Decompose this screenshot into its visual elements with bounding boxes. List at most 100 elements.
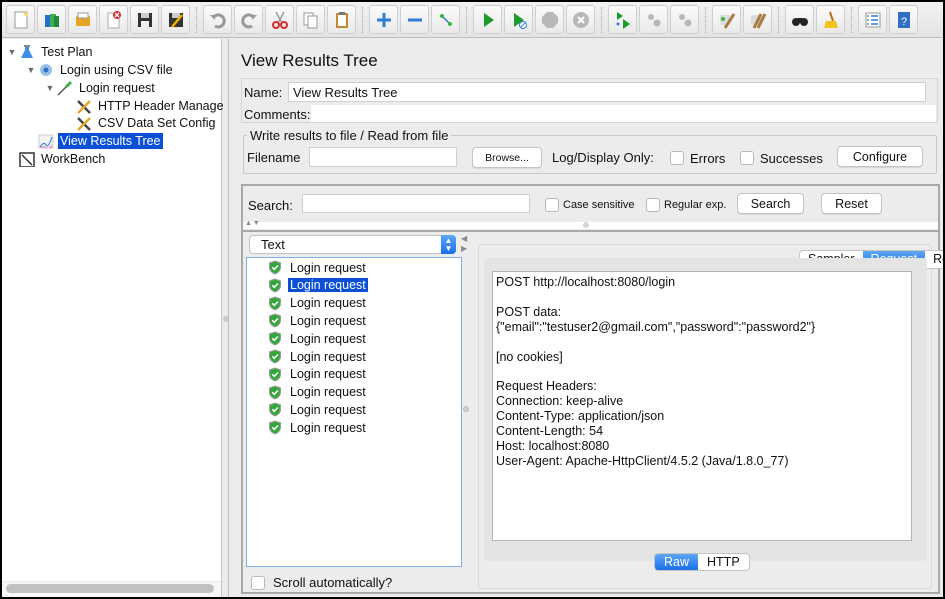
- redo-icon: [240, 12, 257, 28]
- save-button[interactable]: [130, 5, 159, 34]
- clear-all-button[interactable]: [743, 5, 772, 34]
- comments-input[interactable]: [311, 105, 936, 122]
- result-item[interactable]: Login request: [268, 366, 368, 383]
- open-button[interactable]: [68, 5, 97, 34]
- undo-icon: [209, 12, 226, 28]
- remote-stop-all-button[interactable]: [639, 5, 668, 34]
- scroll-automatically-option[interactable]: Scroll automatically?: [251, 575, 392, 590]
- tree-item[interactable]: View Results Tree: [25, 132, 163, 150]
- tree-item[interactable]: ▼ Login request: [44, 79, 157, 97]
- case-sensitive-checkbox[interactable]: [545, 198, 559, 212]
- result-item[interactable]: Login request: [268, 312, 368, 329]
- configure-button[interactable]: Configure: [837, 146, 923, 167]
- tree-item-label: Login using CSV file: [60, 63, 173, 77]
- new-button[interactable]: [6, 5, 35, 34]
- toolbar-separator: [851, 6, 852, 33]
- split-arrows-icon[interactable]: ◀ ▶: [461, 234, 467, 254]
- reset-button[interactable]: Reset: [821, 193, 882, 214]
- collapse-button[interactable]: [400, 5, 429, 34]
- shutdown-button[interactable]: [566, 5, 595, 34]
- success-shield-icon: [269, 349, 281, 364]
- result-item[interactable]: Login request: [268, 384, 368, 401]
- result-item-label: Login request: [290, 402, 366, 417]
- expand-triangle-icon[interactable]: ▼: [44, 83, 56, 93]
- result-item[interactable]: Login request: [268, 295, 368, 312]
- name-input[interactable]: [288, 82, 926, 102]
- remote-shutdown-all-button[interactable]: [670, 5, 699, 34]
- stop-button[interactable]: [535, 5, 564, 34]
- templates-button[interactable]: [37, 5, 66, 34]
- remote-stop-all-icon: [647, 13, 660, 26]
- toolbar-separator: [362, 6, 363, 33]
- main-split-divider[interactable]: [223, 39, 229, 597]
- cut-button[interactable]: [265, 5, 294, 34]
- search-button[interactable]: [785, 5, 814, 34]
- view-tab-http[interactable]: HTTP: [698, 554, 749, 570]
- expand-triangle-icon[interactable]: ▼: [6, 47, 18, 57]
- result-item[interactable]: Login request: [268, 259, 368, 276]
- vertical-split-divider[interactable]: ▲▼: [243, 220, 938, 229]
- tree-item-label: Test Plan: [41, 45, 93, 59]
- split-handle[interactable]: [463, 406, 469, 412]
- start-no-pauses-button[interactable]: [504, 5, 533, 34]
- copy-button[interactable]: [296, 5, 325, 34]
- success-shield-icon: [269, 331, 281, 346]
- split-handle[interactable]: [223, 316, 229, 322]
- reset-search-button[interactable]: [816, 5, 845, 34]
- regex-checkbox[interactable]: [646, 198, 660, 212]
- tree-item-label: Login request: [79, 81, 155, 95]
- help-button[interactable]: ?: [889, 5, 918, 34]
- clear-button[interactable]: [712, 5, 741, 34]
- scroll-automatically-checkbox[interactable]: [251, 575, 265, 590]
- paste-button[interactable]: [327, 5, 356, 34]
- errors-checkbox[interactable]: [670, 151, 684, 165]
- collapse-arrows-icon[interactable]: ▲▼: [245, 220, 261, 227]
- config-element-icon: [75, 98, 93, 114]
- tree-item[interactable]: WorkBench: [6, 150, 107, 168]
- remote-start-all-button[interactable]: [608, 5, 637, 34]
- result-item[interactable]: Login request: [268, 401, 368, 418]
- tree-horizontal-scrollbar-track[interactable]: [2, 581, 221, 597]
- search-input[interactable]: [302, 194, 530, 213]
- save-as-icon: [168, 12, 183, 28]
- undo-button[interactable]: [203, 5, 232, 34]
- toolbar-separator: [196, 6, 197, 33]
- success-shield-icon: [269, 367, 281, 382]
- tree-item[interactable]: ▼ Login using CSV file: [25, 61, 175, 79]
- result-item[interactable]: Login request: [268, 419, 368, 436]
- result-item[interactable]: Login request: [268, 348, 368, 365]
- close-button[interactable]: [99, 5, 128, 34]
- filename-input[interactable]: [309, 147, 457, 167]
- expand-button[interactable]: [369, 5, 398, 34]
- view-tab-raw[interactable]: Raw: [655, 554, 699, 570]
- browse-button[interactable]: Browse...: [472, 147, 542, 168]
- tab-response-data[interactable]: Response data: [925, 251, 943, 268]
- save-as-button[interactable]: [161, 5, 190, 34]
- split-handle[interactable]: [583, 222, 589, 228]
- successes-checkbox[interactable]: [740, 151, 754, 165]
- toggle-button[interactable]: [431, 5, 460, 34]
- sample-results-list[interactable]: Login request Login request Login request L…: [246, 257, 462, 567]
- result-item[interactable]: Login request: [268, 330, 368, 347]
- close-icon: [107, 10, 121, 28]
- tree-horizontal-scrollbar-thumb[interactable]: [6, 584, 214, 593]
- clear-icon: [719, 12, 735, 29]
- result-item-label: Login request: [290, 385, 366, 400]
- search-button[interactable]: Search: [737, 193, 804, 214]
- successes-label: Successes: [760, 151, 823, 166]
- tree-item[interactable]: HTTP Header Manage: [63, 97, 226, 115]
- start-button[interactable]: [473, 5, 502, 34]
- renderer-select[interactable]: Text ▲ ▼: [249, 235, 456, 254]
- result-item[interactable]: Login request: [268, 277, 368, 294]
- request-text-area[interactable]: POST http://localhost:8080/login POST da…: [492, 271, 912, 541]
- tree-item[interactable]: CSV Data Set Config: [63, 114, 217, 132]
- success-shield-icon: [269, 420, 281, 435]
- redo-button[interactable]: [234, 5, 263, 34]
- paste-icon: [335, 11, 348, 28]
- tree-item[interactable]: ▼ Test Plan: [6, 43, 94, 61]
- test-plan-tree[interactable]: ▼ Test Plan ▼ Login using CSV file ▼ Login re…: [2, 39, 224, 597]
- name-label: Name:: [244, 85, 283, 100]
- expand-triangle-icon[interactable]: ▼: [25, 65, 37, 75]
- function-helper-button[interactable]: [858, 5, 887, 34]
- select-arrows-icon: ▲ ▼: [441, 235, 456, 254]
